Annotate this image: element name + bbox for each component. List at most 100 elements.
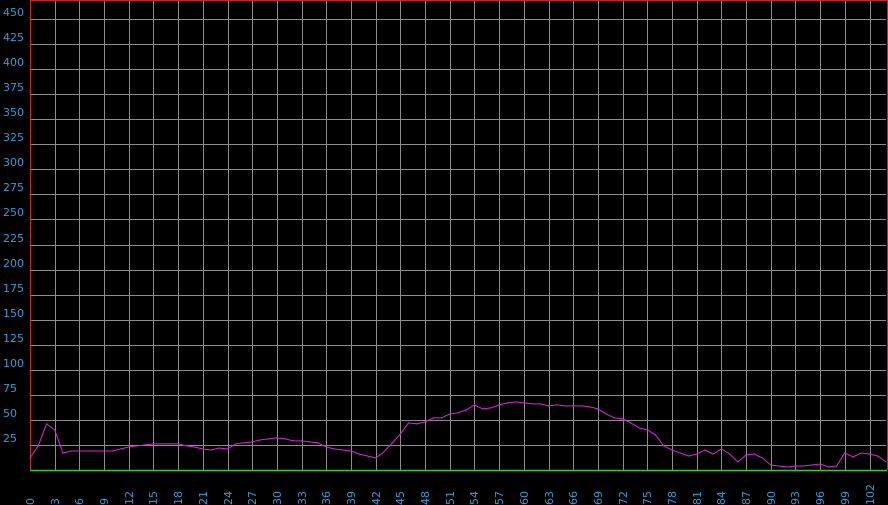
x-tick-label: 12 xyxy=(123,491,136,505)
y-tick-label: 375 xyxy=(3,81,24,94)
y-tick-label: 25 xyxy=(3,432,17,445)
data-point xyxy=(292,440,294,442)
y-tick-label: 300 xyxy=(3,156,24,169)
data-point xyxy=(62,452,64,454)
data-point xyxy=(226,448,229,450)
data-point xyxy=(144,444,146,446)
data-point xyxy=(87,450,89,452)
chart-background xyxy=(0,0,888,505)
x-tick-label: 57 xyxy=(493,491,506,505)
y-tick-label: 425 xyxy=(3,31,24,44)
data-point xyxy=(95,450,97,452)
x-tick-label: 36 xyxy=(320,491,333,505)
x-tick-label: 24 xyxy=(222,491,235,505)
data-point xyxy=(358,453,360,455)
data-point xyxy=(737,461,739,463)
x-tick-label: 99 xyxy=(839,491,852,505)
x-tick-label: 45 xyxy=(394,491,407,505)
x-tick-label: 18 xyxy=(172,491,185,505)
data-point xyxy=(778,465,780,467)
data-point xyxy=(556,404,558,406)
data-point xyxy=(408,422,410,424)
y-tick-label: 150 xyxy=(3,307,24,320)
data-point xyxy=(531,403,533,405)
x-tick-label: 51 xyxy=(444,491,457,505)
x-tick-label: 81 xyxy=(691,491,704,505)
data-point xyxy=(547,405,550,407)
data-point xyxy=(572,405,574,407)
data-point xyxy=(251,441,253,443)
data-point xyxy=(309,441,311,443)
data-point xyxy=(761,457,764,459)
y-tick-label: 250 xyxy=(3,206,24,219)
data-point xyxy=(432,417,434,419)
x-tick-label: 63 xyxy=(543,491,556,505)
x-tick-label: 39 xyxy=(345,491,358,505)
data-point xyxy=(161,443,163,445)
data-point xyxy=(440,417,443,419)
y-tick-label: 225 xyxy=(3,232,24,245)
x-tick-label: 90 xyxy=(765,491,778,505)
data-point xyxy=(630,422,632,424)
data-point xyxy=(515,401,517,403)
y-tick-label: 125 xyxy=(3,332,24,345)
data-point xyxy=(506,402,508,404)
data-point xyxy=(202,448,204,450)
data-point xyxy=(482,408,484,410)
data-point xyxy=(325,446,327,448)
data-point xyxy=(37,445,39,447)
data-point xyxy=(243,442,245,444)
data-point xyxy=(317,442,319,444)
data-point xyxy=(284,438,286,440)
x-tick-label: 93 xyxy=(789,491,802,505)
x-tick-label: 87 xyxy=(740,491,753,505)
x-tick-label: 15 xyxy=(147,491,160,505)
data-point xyxy=(210,449,212,451)
data-point xyxy=(827,466,830,468)
data-point xyxy=(119,448,122,450)
data-point xyxy=(268,438,270,440)
data-point xyxy=(786,466,788,468)
data-point xyxy=(539,403,541,405)
data-point xyxy=(811,464,813,466)
data-point xyxy=(622,418,624,420)
data-point xyxy=(342,449,344,451)
line-chart: 2550751001251501752002252502753003253503… xyxy=(0,0,888,505)
data-point xyxy=(128,446,130,448)
data-point xyxy=(613,417,616,419)
data-point xyxy=(836,465,838,467)
data-point xyxy=(885,461,887,463)
data-point xyxy=(770,464,772,466)
data-point xyxy=(844,452,846,454)
x-tick-label: 33 xyxy=(296,491,309,505)
data-point xyxy=(78,450,80,452)
data-point xyxy=(350,450,352,452)
data-point xyxy=(177,443,179,445)
data-point xyxy=(720,448,723,450)
y-tick-label: 450 xyxy=(3,6,24,19)
data-point xyxy=(457,412,459,414)
data-point xyxy=(111,450,113,452)
x-tick-label: 84 xyxy=(715,491,728,505)
y-tick-label: 275 xyxy=(3,181,24,194)
data-point xyxy=(803,465,805,467)
data-point xyxy=(877,455,879,457)
data-point xyxy=(136,445,138,447)
x-tick-label: 9 xyxy=(98,498,111,505)
data-point xyxy=(498,404,500,406)
data-point xyxy=(375,457,377,459)
data-point xyxy=(45,423,48,425)
data-point xyxy=(852,456,854,458)
data-point xyxy=(597,408,599,410)
data-point xyxy=(679,452,681,454)
x-tick-label: 69 xyxy=(592,491,605,505)
data-point xyxy=(152,443,155,445)
data-point xyxy=(194,446,196,448)
data-point xyxy=(301,440,303,442)
x-tick-label: 72 xyxy=(617,491,630,505)
data-point xyxy=(704,449,706,451)
data-point xyxy=(589,406,591,408)
x-tick-label: 21 xyxy=(197,491,210,505)
data-point xyxy=(696,453,698,455)
y-tick-label: 50 xyxy=(3,407,17,420)
